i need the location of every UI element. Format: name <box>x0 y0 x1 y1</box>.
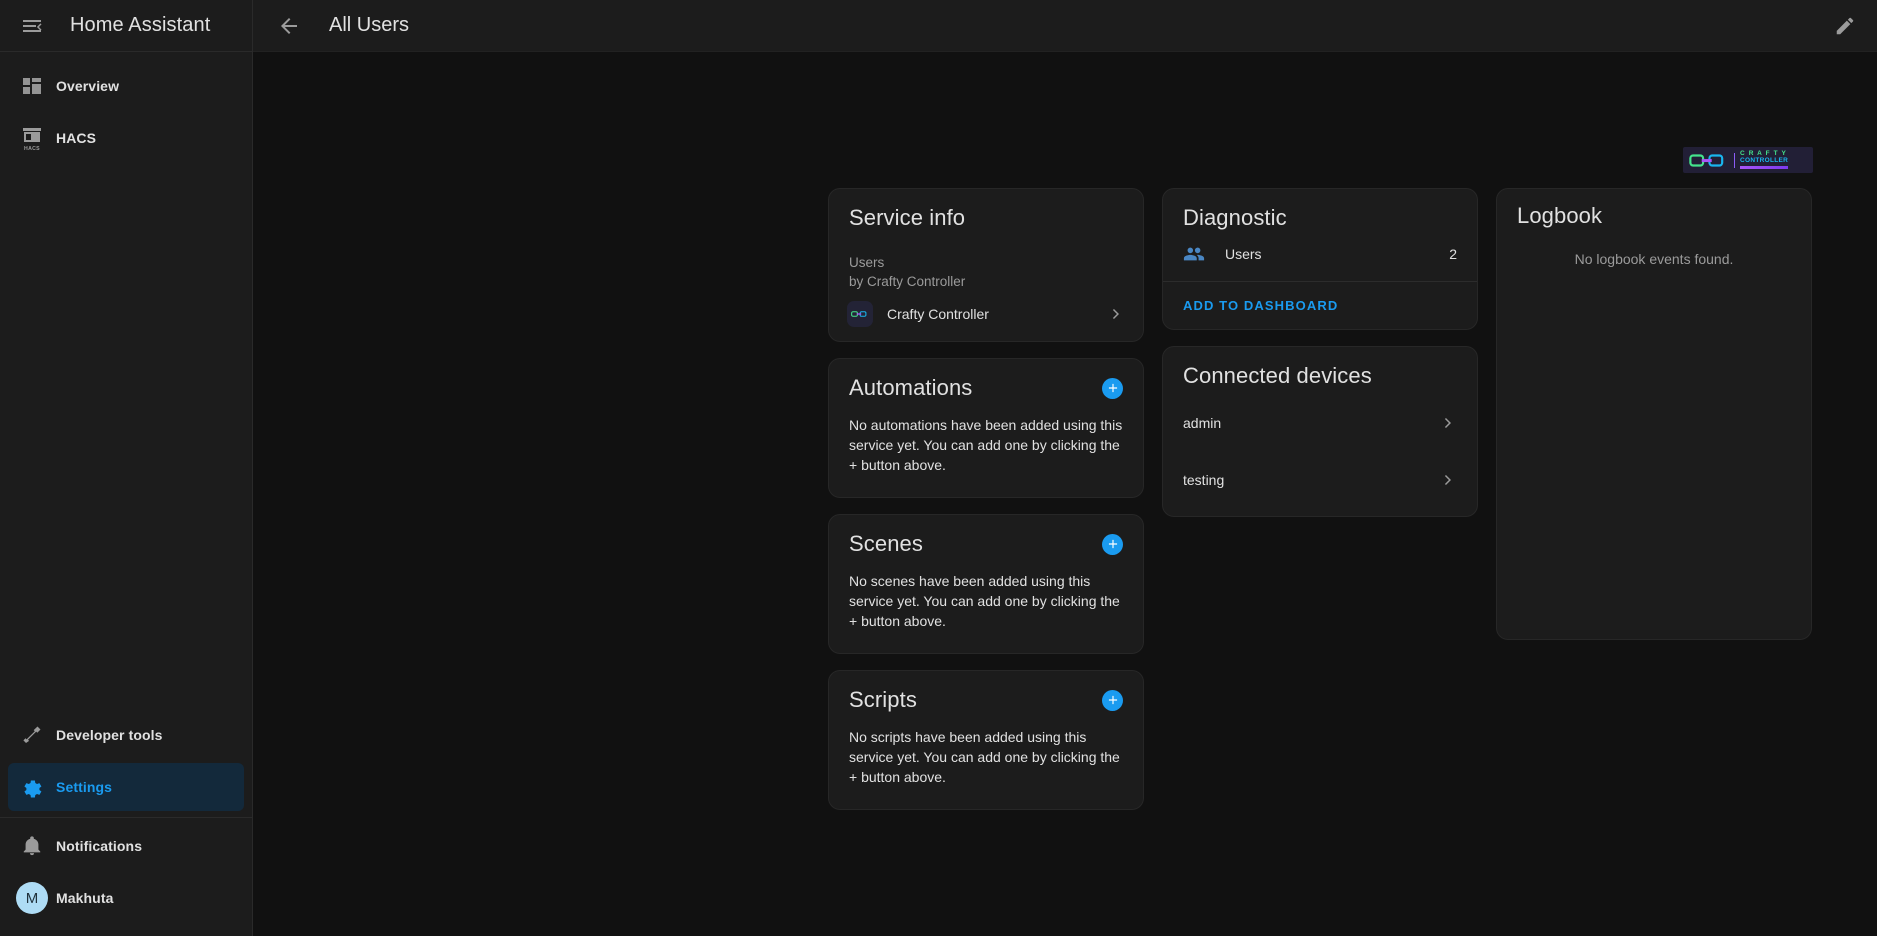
diagnostic-row-label: Users <box>1225 246 1262 262</box>
sidebar-header: Home Assistant <box>0 0 252 52</box>
devices-list: admin testing <box>1163 389 1477 516</box>
bell-icon <box>8 835 56 857</box>
hacs-store-icon: HACS <box>8 126 56 152</box>
logbook-empty-text: No logbook events found. <box>1574 251 1734 267</box>
sidebar-primary-nav: Overview HACS HACS <box>0 52 252 166</box>
sidebar-item-hacs[interactable]: HACS HACS <box>8 114 244 162</box>
sidebar-item-label: Developer tools <box>56 727 163 743</box>
view-dashboard-icon <box>8 74 56 98</box>
automations-empty-text: No automations have been added using thi… <box>849 417 1123 473</box>
avatar-initial: M <box>16 882 48 914</box>
account-group-icon <box>1183 243 1207 265</box>
arrow-left-icon[interactable] <box>267 4 311 48</box>
sidebar: Home Assistant Overview HACS HACS Develo… <box>0 0 253 936</box>
content-area: C R A F T Y CONTROLLER Service info User… <box>253 52 1877 936</box>
scenes-empty-text: No scenes have been added using this ser… <box>849 573 1120 629</box>
connected-devices-card: Connected devices admin testing <box>1162 346 1478 517</box>
card-actions: ADD TO DASHBOARD <box>1163 281 1477 329</box>
service-info-card: Service info Users by Crafty Controller <box>828 188 1144 342</box>
device-row-testing[interactable]: testing <box>1163 460 1477 500</box>
brand-divider <box>1734 152 1735 168</box>
column-left: Service info Users by Crafty Controller <box>828 188 1144 810</box>
sidebar-item-user-profile[interactable]: M Makhuta <box>8 874 244 922</box>
service-info-line2: by Crafty Controller <box>849 274 966 289</box>
avatar: M <box>8 882 56 914</box>
sidebar-divider <box>0 817 252 818</box>
diagnostic-card: Diagnostic Users 2 ADD TO DASHBOARD <box>1162 188 1478 330</box>
app-title: Home Assistant <box>70 14 211 36</box>
card-columns: Service info Users by Crafty Controller <box>828 188 1812 810</box>
sidebar-item-settings[interactable]: Settings <box>8 763 244 811</box>
gear-icon <box>8 775 56 799</box>
integration-link-row[interactable]: Crafty Controller <box>829 291 1143 341</box>
hammer-icon <box>8 723 56 747</box>
pencil-icon[interactable] <box>1823 4 1867 48</box>
brand-underline <box>1740 166 1789 170</box>
sidebar-item-label: Settings <box>56 779 113 795</box>
card-title: Logbook <box>1517 203 1603 228</box>
sidebar-item-label: Notifications <box>56 838 143 854</box>
logbook-card: Logbook No logbook events found. <box>1496 188 1812 640</box>
column-middle: Diagnostic Users 2 ADD TO DASHBOARD Conn… <box>1162 188 1478 517</box>
service-info-subtitle: Users by Crafty Controller <box>829 231 1143 291</box>
sidebar-item-label: HACS <box>56 130 97 146</box>
chevron-right-icon <box>1107 305 1125 323</box>
app-root: Home Assistant Overview HACS HACS Develo… <box>0 0 1877 936</box>
diagnostic-row-value: 2 <box>1449 246 1457 262</box>
sidebar-user-name: Makhuta <box>56 890 114 906</box>
add-to-dashboard-button[interactable]: ADD TO DASHBOARD <box>1175 292 1346 319</box>
device-label: testing <box>1183 472 1225 488</box>
sidebar-item-developer-tools[interactable]: Developer tools <box>8 711 244 759</box>
card-header: Automations <box>829 359 1143 401</box>
card-title: Automations <box>849 375 973 400</box>
sidebar-item-notifications[interactable]: Notifications <box>8 822 244 870</box>
service-info-line1: Users <box>849 255 885 270</box>
card-title: Scripts <box>849 687 917 712</box>
chevron-right-icon <box>1439 471 1457 489</box>
plus-circle-icon[interactable] <box>1102 689 1123 711</box>
card-title: Service info <box>849 205 966 230</box>
card-header: Scenes <box>829 515 1143 557</box>
crafty-controller-icon <box>847 301 873 327</box>
page-title: All Users <box>329 14 410 36</box>
card-header: Scripts <box>829 671 1143 713</box>
plus-circle-icon[interactable] <box>1102 377 1123 399</box>
sidebar-item-overview[interactable]: Overview <box>8 62 244 110</box>
sidebar-item-label: Overview <box>56 78 120 94</box>
brand-banner: C R A F T Y CONTROLLER <box>1683 147 1813 173</box>
chevron-right-icon <box>1439 414 1457 432</box>
brand-word-bottom: CONTROLLER <box>1740 157 1789 165</box>
automations-card: Automations No automations have been add… <box>828 358 1144 498</box>
scripts-empty-text: No scripts have been added using this se… <box>849 729 1120 785</box>
card-title: Scenes <box>849 531 923 556</box>
card-title: Connected devices <box>1183 363 1372 388</box>
scripts-card: Scripts No scripts have been added using… <box>828 670 1144 810</box>
hacs-icon-label: HACS <box>24 146 40 152</box>
plus-circle-icon[interactable] <box>1102 533 1123 555</box>
crafty-controller-logo-icon <box>1689 153 1724 167</box>
diagnostic-row-users[interactable]: Users 2 <box>1163 231 1477 281</box>
integration-link-label: Crafty Controller <box>887 306 989 322</box>
top-toolbar: All Users <box>253 0 1877 52</box>
sidebar-secondary-nav: Developer tools Settings Notifications M… <box>0 707 252 936</box>
menu-collapse-icon[interactable] <box>10 4 54 48</box>
device-label: admin <box>1183 415 1222 431</box>
main-area: All Users C R A F T Y CONTROLLER Service… <box>253 0 1877 936</box>
device-row-admin[interactable]: admin <box>1163 403 1477 443</box>
column-right: Logbook No logbook events found. <box>1496 188 1812 640</box>
scenes-card: Scenes No scenes have been added using t… <box>828 514 1144 654</box>
card-title: Diagnostic <box>1183 205 1287 230</box>
